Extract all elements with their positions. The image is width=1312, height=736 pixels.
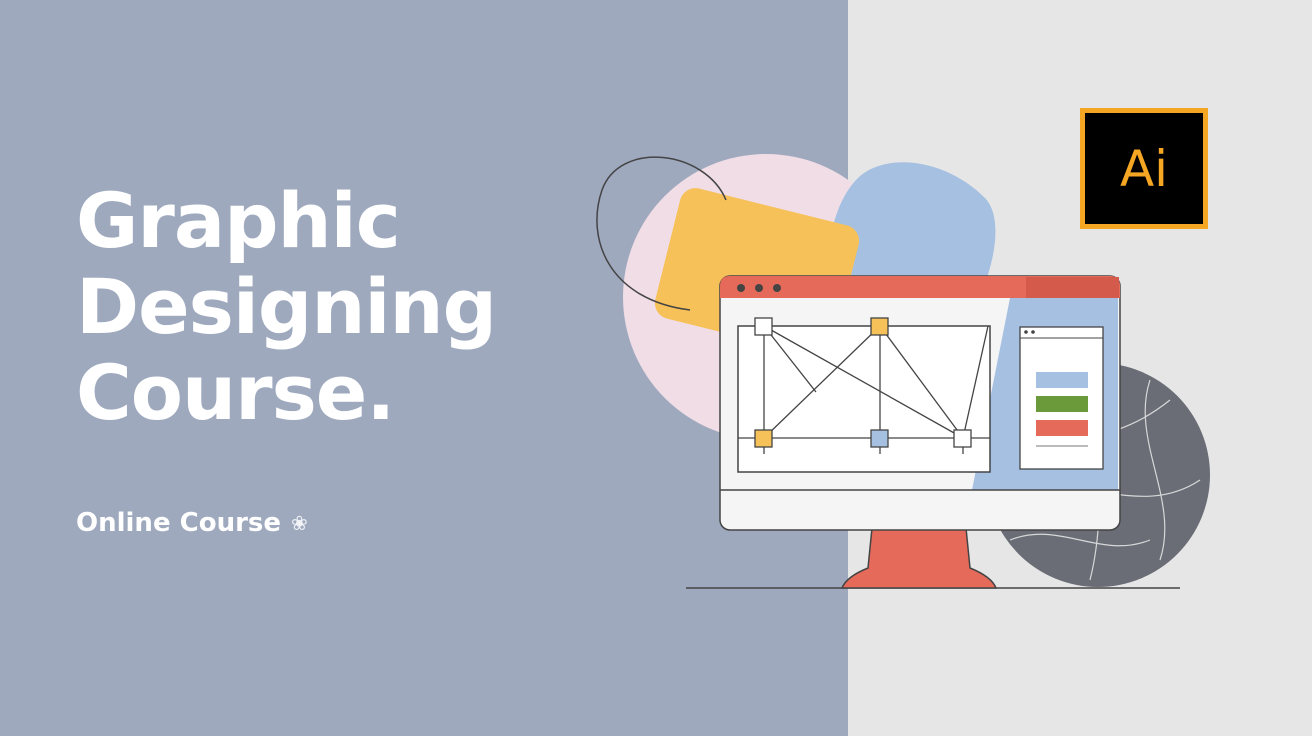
design-canvas: [737, 325, 991, 473]
subtitle: Online Course ❀: [76, 508, 308, 538]
course-title: Graphic Designing Course.: [76, 176, 497, 437]
swatch-red: [1036, 420, 1088, 436]
title-line: Designing: [76, 262, 497, 351]
titlebar-shade: [1026, 277, 1119, 298]
subtitle-text: Online Course: [76, 508, 282, 538]
title-line: Course.: [76, 348, 395, 437]
swatch-green: [1036, 396, 1088, 412]
sparkle-icon: ❀: [291, 511, 308, 535]
logo-text: Ai: [1119, 139, 1169, 198]
swatch-blue: [1036, 372, 1088, 388]
window-dots-icon: [737, 284, 781, 292]
adobe-illustrator-icon: Ai: [1080, 108, 1208, 229]
title-line: Graphic: [76, 176, 401, 265]
monitor-stand: [840, 527, 998, 589]
